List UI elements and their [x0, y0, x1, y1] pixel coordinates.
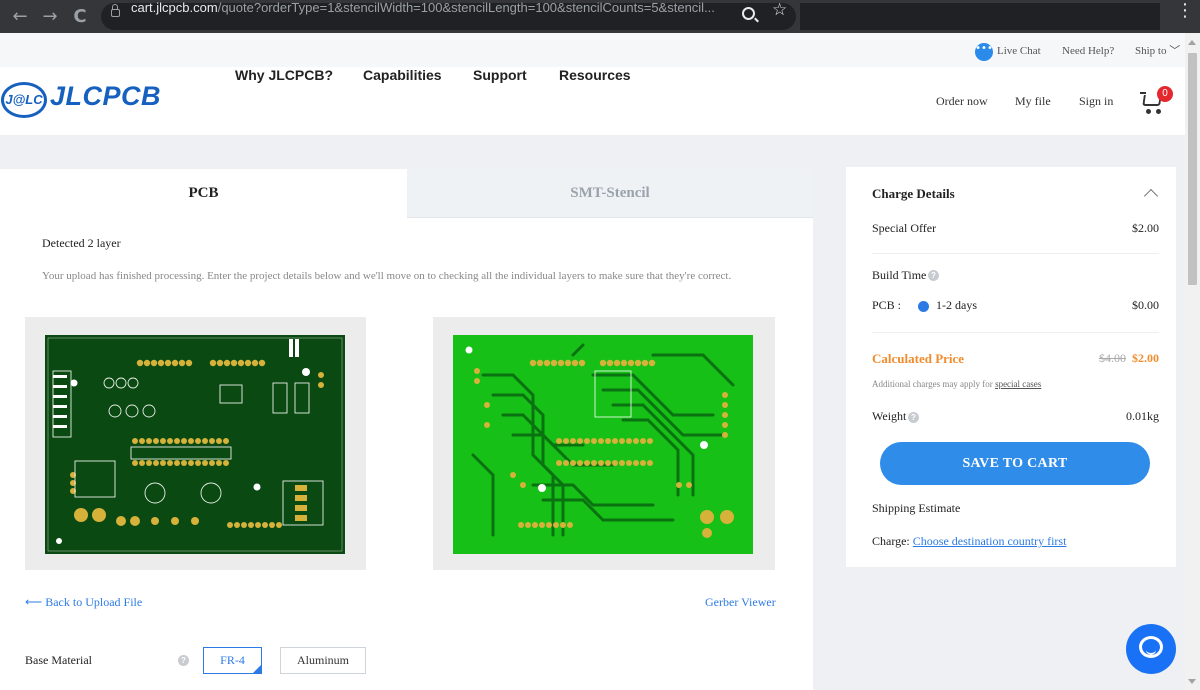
- build-option-label: 1-2 days: [936, 298, 977, 312]
- charge-details-title: Charge Details: [872, 186, 955, 201]
- tab-smt-stencil[interactable]: SMT-Stencil: [407, 169, 813, 218]
- lock-icon[interactable]: [111, 4, 120, 17]
- charge-label: Charge:: [872, 534, 913, 548]
- special-offer-row: Special Offer $2.00: [872, 221, 1159, 236]
- pcb-bottom-preview[interactable]: [433, 317, 775, 570]
- nav-capabilities[interactable]: Capabilities: [363, 67, 442, 135]
- pcb-top-preview[interactable]: [25, 317, 366, 570]
- ship-to-label: Ship to: [1135, 45, 1167, 57]
- nav-why-jlcpcb[interactable]: Why JLCPCB?: [235, 67, 333, 135]
- zoom-icon[interactable]: [742, 7, 755, 20]
- forward-arrow-icon[interactable]: →: [36, 0, 64, 33]
- back-arrow-icon: ⟵: [25, 595, 43, 609]
- messenger-chat-icon: [1139, 636, 1163, 658]
- quote-panel: PCB SMT-Stencil Detected 2 layer Your up…: [0, 169, 813, 690]
- shopping-cart-icon[interactable]: 0: [1140, 86, 1173, 115]
- url-host: cart.jlcpcb.com: [131, 0, 218, 15]
- url-text[interactable]: cart.jlcpcb.com/quote?orderType=1&stenci…: [131, 0, 736, 33]
- browser-menu-icon[interactable]: ⋮: [1176, 0, 1194, 33]
- weight-value: 0.01kg: [1126, 409, 1159, 423]
- weight-label: Weight: [872, 409, 907, 423]
- pcb-top-image: [45, 335, 345, 554]
- old-price: $4.00: [1099, 351, 1126, 365]
- detected-layers-text: Detected 2 layer: [42, 236, 121, 250]
- calculated-price-label: Calculated Price: [872, 351, 965, 366]
- pcb-build-row[interactable]: PCB : 1-2 days $0.00: [872, 298, 1159, 313]
- live-chat-link[interactable]: Live Chat: [997, 33, 1041, 70]
- browser-toolbar: ← → C cart.jlcpcb.com/quote?orderType=1&…: [0, 0, 1200, 33]
- chat-bubble-icon[interactable]: •••: [975, 43, 993, 61]
- browser-extension-area: [800, 3, 1160, 30]
- reload-icon[interactable]: C: [66, 0, 94, 33]
- back-arrow-icon[interactable]: ←: [6, 0, 34, 33]
- option-fr4[interactable]: FR-4: [203, 647, 262, 674]
- tab-pcb[interactable]: PCB: [0, 169, 407, 218]
- charge-row: Charge: Choose destination country first: [872, 534, 1159, 549]
- back-to-upload-link[interactable]: ⟵ Back to Upload File: [25, 595, 142, 610]
- option-aluminum[interactable]: Aluminum: [280, 647, 366, 674]
- divider: [872, 253, 1159, 254]
- page-scrollbar[interactable]: [1185, 33, 1200, 690]
- upload-message: Your upload has finished processing. Ent…: [42, 270, 732, 282]
- need-help-link[interactable]: Need Help?: [1062, 33, 1114, 70]
- radio-selected-icon[interactable]: [918, 301, 929, 312]
- additional-charges-note: Additional charges may apply for special…: [872, 379, 1159, 389]
- new-price: $2.00: [1132, 351, 1159, 365]
- note-text: Additional charges may apply for: [872, 379, 996, 389]
- logo-mark[interactable]: J@LC: [1, 82, 47, 118]
- special-offer-label: Special Offer: [872, 221, 937, 235]
- url-path: /quote?orderType=1&stencilWidth=100&sten…: [217, 0, 715, 15]
- choose-country-link[interactable]: Choose destination country first: [913, 534, 1067, 548]
- build-time-label: Build Time: [872, 268, 927, 282]
- nav-resources[interactable]: Resources: [559, 67, 631, 135]
- logo-text[interactable]: JLCPCB: [50, 81, 161, 112]
- cart-count-badge: 0: [1157, 86, 1173, 102]
- utility-bar: ••• Live Chat Need Help? Ship to ﹀: [0, 33, 1185, 67]
- base-material-label: Base Material: [25, 653, 92, 667]
- build-time-row: Build Time: [872, 268, 1159, 283]
- divider: [872, 332, 1159, 333]
- shipping-estimate-label: Shipping Estimate: [872, 501, 961, 515]
- special-cases-link[interactable]: special cases: [995, 379, 1041, 389]
- pcb-build-amount: $0.00: [1132, 298, 1159, 312]
- chevron-down-icon: ﹀: [1169, 45, 1181, 57]
- nav-support[interactable]: Support: [473, 67, 527, 135]
- scroll-up-icon[interactable]: [1188, 40, 1196, 45]
- order-now-link[interactable]: Order now: [936, 67, 988, 135]
- special-offer-amount: $2.00: [1132, 221, 1159, 235]
- sign-in-link[interactable]: Sign in: [1079, 67, 1113, 135]
- gerber-viewer-link[interactable]: Gerber Viewer: [705, 595, 776, 610]
- ship-to-selector[interactable]: Ship to ﹀: [1135, 33, 1180, 70]
- charge-details-panel: Charge Details Special Offer $2.00 Build…: [846, 167, 1176, 567]
- messenger-chat-button[interactable]: [1126, 624, 1176, 674]
- calculated-price-row: Calculated Price $4.00 $2.00: [872, 351, 1159, 367]
- back-link-label: Back to Upload File: [45, 595, 143, 609]
- my-file-link[interactable]: My file: [1015, 67, 1051, 135]
- scroll-down-icon[interactable]: [1188, 679, 1196, 684]
- site-header: J@LC JLCPCB Why JLCPCB? Capabilities Sup…: [0, 67, 1185, 135]
- pcb-build-label: PCB :: [872, 298, 902, 312]
- save-to-cart-button[interactable]: SAVE TO CART: [880, 442, 1150, 485]
- bookmark-star-icon[interactable]: ☆: [772, 0, 787, 33]
- scrollbar-thumb[interactable]: [1188, 53, 1197, 285]
- pcb-bottom-image: [453, 335, 753, 554]
- help-icon[interactable]: ?: [928, 270, 939, 281]
- help-icon[interactable]: ?: [178, 655, 189, 666]
- help-icon[interactable]: ?: [908, 412, 919, 423]
